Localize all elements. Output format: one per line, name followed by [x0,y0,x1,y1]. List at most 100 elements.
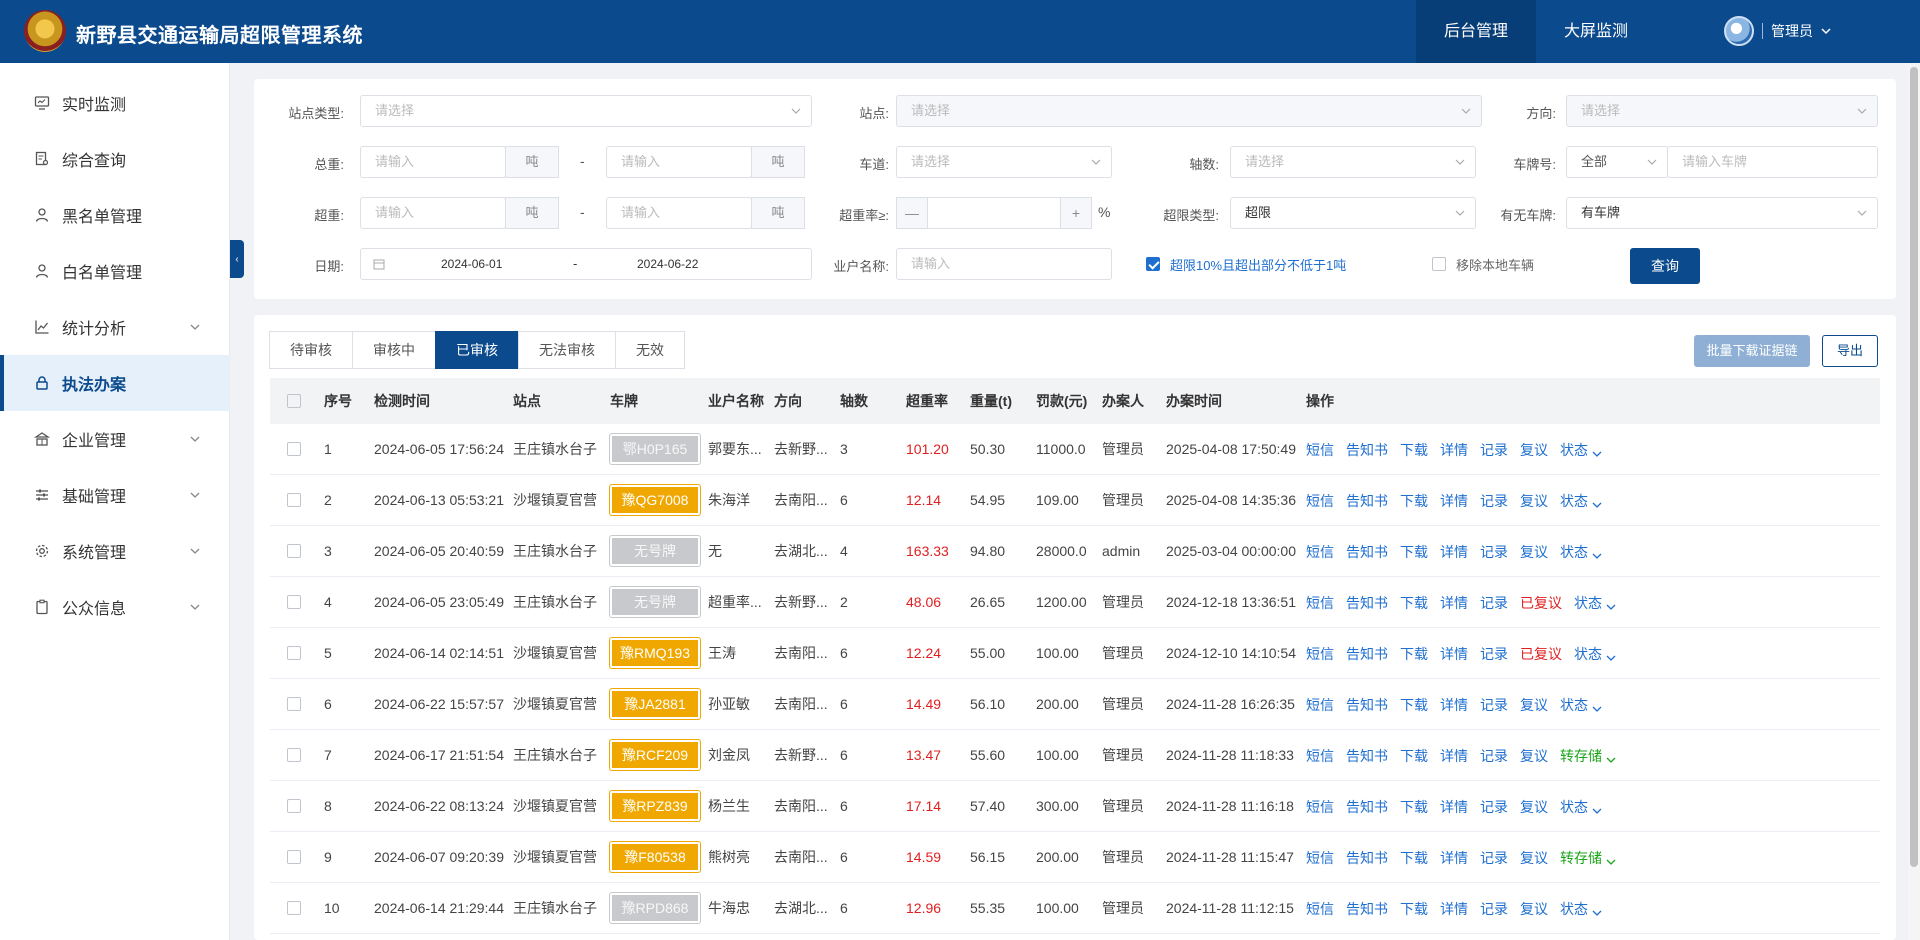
action-link[interactable]: 告知书 [1346,746,1388,766]
remove-local-checkbox[interactable] [1432,257,1446,271]
review-link[interactable]: 复议 [1520,797,1548,817]
date-range-picker[interactable]: 2024-06-01 - 2024-06-22 [360,248,812,280]
action-link[interactable]: 短信 [1306,491,1334,511]
action-link[interactable]: 记录 [1480,440,1508,460]
user-menu[interactable]: 管理员 [1724,16,1831,46]
export-button[interactable]: 导出 [1822,335,1878,367]
review-link[interactable]: 复议 [1520,695,1548,715]
status-dropdown[interactable]: 状态 [1574,593,1616,613]
tab-0[interactable]: 待审核 [269,331,353,369]
action-link[interactable]: 告知书 [1346,695,1388,715]
row-checkbox[interactable] [287,850,301,864]
table-row[interactable]: 9 2024-06-07 09:20:39 沙堰镇夏官营 豫F80538 熊树亮 去南阳.… [270,832,1880,883]
action-link[interactable]: 短信 [1306,746,1334,766]
status-dropdown[interactable]: 状态 [1574,644,1616,664]
action-link[interactable]: 记录 [1480,899,1508,919]
action-link[interactable]: 下载 [1400,746,1428,766]
action-link[interactable]: 记录 [1480,746,1508,766]
owner-input[interactable]: 请输入 [896,248,1112,280]
action-link[interactable]: 下载 [1400,593,1428,613]
scroll-thumb[interactable] [1910,67,1918,867]
table-row[interactable]: 5 2024-06-14 02:14:51 沙堰镇夏官营 豫RMQ193 王涛 去南阳..… [270,628,1880,679]
increment-button[interactable]: + [1060,197,1092,229]
action-link[interactable]: 详情 [1440,593,1468,613]
sidebar-item-2[interactable]: 黑名单管理 [0,187,230,243]
license-plate[interactable]: 豫JA2881 [610,689,700,719]
row-checkbox[interactable] [287,646,301,660]
review-link[interactable]: 复议 [1520,440,1548,460]
action-link[interactable]: 下载 [1400,797,1428,817]
action-link[interactable]: 下载 [1400,644,1428,664]
table-row[interactable]: 7 2024-06-17 21:51:54 王庄镇水台子 豫RCF209 刘金凤 去新野.… [270,730,1880,781]
action-link[interactable]: 详情 [1440,899,1468,919]
overweight-max-input[interactable]: 请输入 [606,197,752,229]
action-link[interactable]: 下载 [1400,440,1428,460]
has-plate-select[interactable]: 有车牌 [1566,197,1878,229]
action-link[interactable]: 告知书 [1346,848,1388,868]
table-row[interactable]: 8 2024-06-22 08:13:24 沙堰镇夏官营 豫RPZ839 杨兰生 去南阳.… [270,781,1880,832]
action-link[interactable]: 下载 [1400,695,1428,715]
action-link[interactable]: 告知书 [1346,593,1388,613]
action-link[interactable]: 详情 [1440,542,1468,562]
review-link[interactable]: 复议 [1520,848,1548,868]
license-plate[interactable]: 豫RMQ193 [610,638,700,668]
action-link[interactable]: 记录 [1480,593,1508,613]
status-dropdown[interactable]: 状态 [1560,491,1602,511]
lane-select[interactable]: 请选择 [896,146,1112,178]
action-link[interactable]: 短信 [1306,695,1334,715]
sidebar-collapse-handle[interactable]: ‹ [230,240,244,278]
review-link[interactable]: 复议 [1520,542,1548,562]
action-link[interactable]: 记录 [1480,491,1508,511]
total-weight-max-input[interactable]: 请输入 [606,146,752,178]
table-row[interactable]: 2 2024-06-13 05:53:21 沙堰镇夏官营 豫QG7008 朱海洋 去南阳.… [270,475,1880,526]
row-checkbox[interactable] [287,748,301,762]
table-row[interactable]: 3 2024-06-05 20:40:59 王庄镇水台子 无号牌无 去湖北... 4 163… [270,526,1880,577]
action-link[interactable]: 记录 [1480,644,1508,664]
license-plate[interactable]: 豫F80538 [610,842,700,872]
action-link[interactable]: 详情 [1440,491,1468,511]
action-link[interactable]: 短信 [1306,440,1334,460]
action-link[interactable]: 告知书 [1346,899,1388,919]
batch-download-button[interactable]: 批量下载证据链 [1694,335,1810,367]
action-link[interactable]: 短信 [1306,848,1334,868]
row-checkbox[interactable] [287,901,301,915]
plate-type-select[interactable]: 全部 [1566,146,1668,178]
station-type-select[interactable]: 请选择 [360,95,812,127]
license-plate[interactable]: 豫RPD868 [610,893,700,923]
decrement-button[interactable]: — [896,197,928,229]
select-all-checkbox[interactable] [287,394,301,408]
row-checkbox[interactable] [287,697,301,711]
sidebar-item-0[interactable]: 实时监测 [0,75,230,131]
action-link[interactable]: 告知书 [1346,542,1388,562]
nav-tab-bigscreen[interactable]: 大屏监测 [1536,0,1656,63]
status-dropdown[interactable]: 转存储 [1560,848,1616,868]
nav-tab-backend[interactable]: 后台管理 [1416,0,1536,63]
license-plate[interactable]: 豫QG7008 [610,485,700,515]
table-row[interactable]: 10 2024-06-14 21:29:44 王庄镇水台子 豫RPD868 牛海忠 去湖北… [270,883,1880,934]
action-link[interactable]: 下载 [1400,899,1428,919]
status-dropdown[interactable]: 状态 [1560,542,1602,562]
action-link[interactable]: 记录 [1480,797,1508,817]
license-plate[interactable]: 无号牌 [610,536,700,566]
action-link[interactable]: 详情 [1440,797,1468,817]
status-dropdown[interactable]: 状态 [1560,440,1602,460]
action-link[interactable]: 告知书 [1346,440,1388,460]
query-button[interactable]: 查询 [1630,248,1700,284]
action-link[interactable]: 短信 [1306,797,1334,817]
action-link[interactable]: 详情 [1440,440,1468,460]
status-dropdown[interactable]: 状态 [1560,695,1602,715]
overlimit-type-select[interactable]: 超限 [1230,197,1476,229]
sidebar-item-7[interactable]: 基础管理 [0,467,230,523]
plate-no-input[interactable]: 请输入车牌 [1667,146,1878,178]
sidebar-item-3[interactable]: 白名单管理 [0,243,230,299]
action-link[interactable]: 详情 [1440,695,1468,715]
sidebar-item-9[interactable]: 公众信息 [0,579,230,635]
action-link[interactable]: 短信 [1306,899,1334,919]
station-select[interactable]: 请选择 [896,95,1482,127]
overweight-min-input[interactable]: 请输入 [360,197,506,229]
sidebar-item-4[interactable]: 统计分析 [0,299,230,355]
license-plate[interactable]: 豫RCF209 [610,740,700,770]
review-link[interactable]: 已复议 [1520,593,1562,613]
action-link[interactable]: 告知书 [1346,644,1388,664]
tab-4[interactable]: 无效 [615,331,685,369]
